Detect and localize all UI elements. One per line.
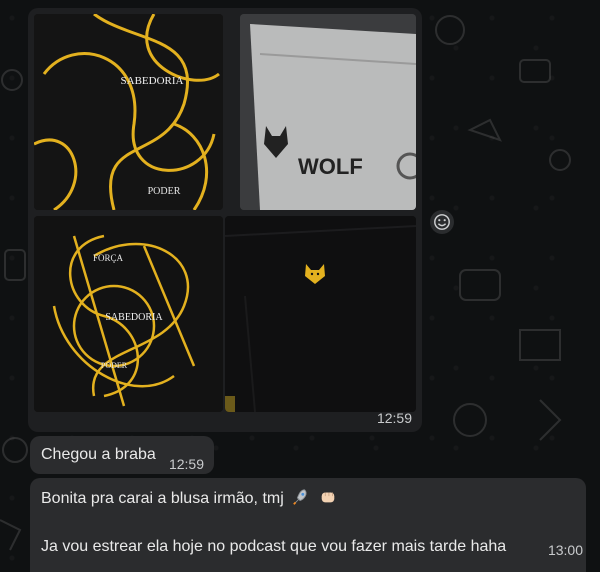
svg-text:PODER: PODER	[101, 361, 128, 370]
svg-text:FORÇA: FORÇA	[93, 253, 124, 263]
message-text: Chegou a braba	[41, 446, 156, 463]
message-line: Bonita pra carai a blusa irmão, tmj	[41, 490, 284, 507]
svg-text:SABEDORIA: SABEDORIA	[121, 75, 184, 87]
photo-shirt-back[interactable]: FORÇA SABEDORIA PODER	[34, 216, 223, 412]
message-timestamp: 13:00	[547, 542, 583, 558]
fist-icon	[319, 488, 337, 511]
reaction-button[interactable]	[430, 210, 454, 234]
svg-text:WOLF: WOLF	[298, 154, 363, 179]
smiley-icon	[434, 214, 450, 230]
svg-text:PODER: PODER	[148, 186, 181, 197]
message-timestamp: 12:59	[168, 456, 204, 472]
rocket-icon	[292, 488, 310, 511]
photo-shirt-front[interactable]	[225, 216, 416, 412]
message-line: Ja vou estrear ela hoje no podcast que v…	[41, 538, 507, 555]
svg-text:SABEDORIA: SABEDORIA	[105, 312, 163, 323]
monogram-back-image: FORÇA SABEDORIA PODER	[34, 216, 223, 412]
monogram-closeup-image: SABEDORIA PODER	[34, 14, 223, 210]
message-text: Bonita pra carai a blusa irmão, tmj	[41, 488, 337, 511]
album-timestamp: 12:59	[376, 410, 412, 426]
photo-wolf-bag[interactable]: WOLF	[240, 14, 416, 210]
message-bubble[interactable]: Bonita pra carai a blusa irmão, tmj Ja v…	[30, 478, 586, 572]
photo-album-message[interactable]: SABEDORIA PODER WOLF FORÇA SABEDORIA POD…	[28, 8, 422, 432]
message-bubble[interactable]: Chegou a braba 12:59	[30, 436, 214, 474]
wolf-bag-image: WOLF	[240, 14, 416, 210]
shirt-front-image	[225, 216, 416, 412]
photo-shirt-closeup[interactable]: SABEDORIA PODER	[34, 14, 223, 210]
